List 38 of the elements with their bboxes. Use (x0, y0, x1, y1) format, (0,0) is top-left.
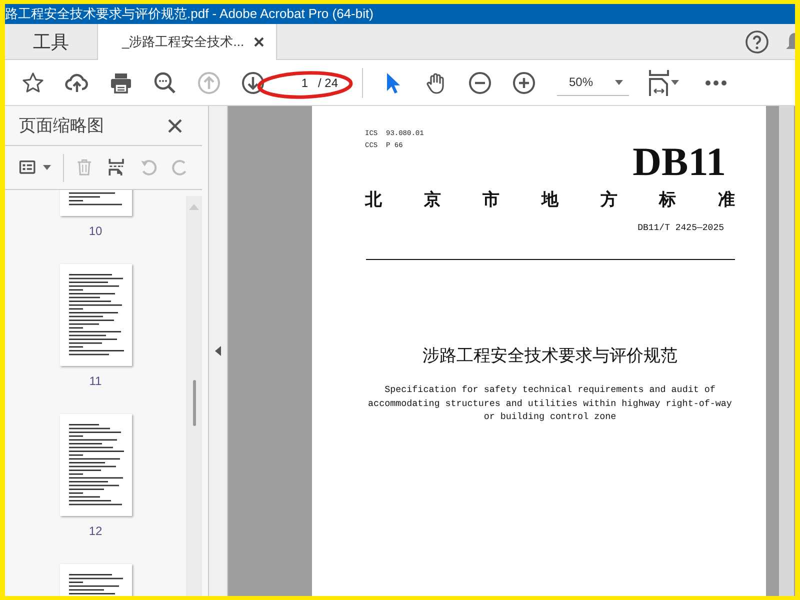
scrollbar[interactable] (779, 106, 794, 596)
zoom-dropdown[interactable]: 50% (557, 70, 629, 96)
more-icon[interactable] (705, 80, 727, 86)
fit-page-icon (649, 70, 669, 96)
page-number: 11 (89, 374, 102, 388)
page-number-field[interactable]: 1 (294, 76, 308, 90)
close-button[interactable] (168, 118, 182, 132)
panel-title: 页面缩略图 (19, 115, 104, 137)
caret-icon (671, 80, 679, 85)
close-icon (168, 118, 182, 132)
page-number: 10 (88, 224, 102, 238)
scroll-thumb[interactable] (192, 380, 196, 426)
arrow-up-circle-icon (197, 70, 221, 94)
page-thumbnail[interactable] (60, 414, 132, 516)
page-count: / 24 (318, 76, 338, 90)
print-icon (109, 70, 133, 94)
caret-icon (43, 165, 51, 170)
zoom-out-icon (468, 70, 492, 94)
caret-icon (615, 80, 623, 84)
collapse-icon[interactable] (215, 346, 221, 356)
window-title: 路工程安全技术要求与评价规范.pdf - Adobe Acrobat Pro (64-bit) (5, 4, 795, 24)
star-icon (21, 70, 45, 94)
scrollbar[interactable] (186, 196, 202, 596)
standard-number: DB11/T 2425—2025 (638, 223, 724, 233)
zoom-in-icon (512, 70, 536, 94)
english-title: Specification for safety technical requirements and audit of accommodating structures and utilities within highway right-of-way or building control zone (367, 383, 733, 424)
help-icon[interactable] (745, 30, 769, 54)
search-icon (153, 70, 177, 94)
tab[interactable]: 工具 (5, 24, 97, 59)
document-title: 涉路工程安全技术要求与评价规范 (422, 345, 678, 367)
close-icon[interactable] (254, 37, 264, 47)
fit-page-button[interactable] (649, 70, 679, 96)
standard-code: DB11 (632, 142, 726, 182)
arrow-down-circle-icon (241, 70, 265, 94)
tab[interactable]: _涉路工程安全技术... (97, 24, 277, 60)
page-number: 12 (88, 524, 102, 538)
page-thumbnail[interactable] (60, 264, 132, 366)
issuer-heading: 北京市地方标准 (365, 189, 735, 211)
